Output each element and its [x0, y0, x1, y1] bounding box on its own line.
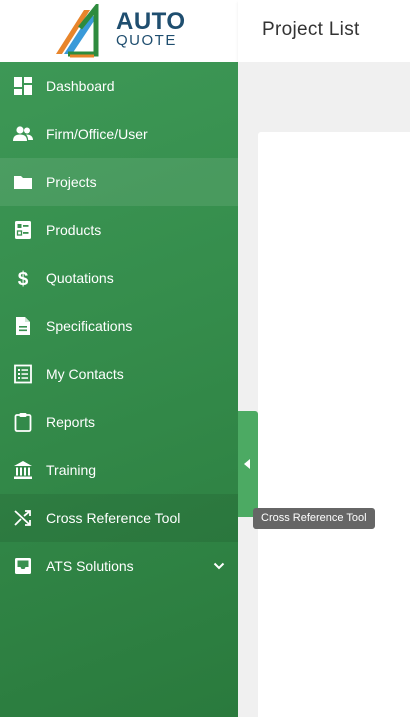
sidebar-item-dashboard[interactable]: Dashboard: [0, 62, 238, 110]
sidebar-collapse-toggle[interactable]: [238, 411, 258, 517]
sidebar-item-label: Products: [46, 222, 102, 238]
sidebar-item-cross-reference-tool[interactable]: Cross Reference Tool: [0, 494, 238, 542]
folder-icon: [14, 176, 32, 189]
sidebar-menu: Dashboard Firm/Office/User Projects Prod…: [0, 62, 238, 590]
institution-icon: [14, 461, 32, 479]
document-icon: [16, 317, 30, 335]
dashboard-icon: [14, 77, 32, 95]
sidebar-item-label: Training: [46, 462, 97, 478]
sidebar-item-label: Reports: [46, 414, 96, 430]
sidebar-item-reports[interactable]: Reports: [0, 398, 238, 446]
chevron-down-icon[interactable]: [213, 560, 225, 572]
sidebar-item-projects[interactable]: Projects: [0, 158, 238, 206]
content-card: [258, 132, 410, 717]
dollar-icon: $: [18, 269, 29, 288]
clipboard-icon: [14, 413, 32, 432]
caret-left-icon: [244, 459, 250, 469]
sidebar-item-ats-solutions[interactable]: ATS Solutions: [0, 542, 238, 590]
tooltip: Cross Reference Tool: [253, 508, 375, 529]
logo-text-quote: QUOTE: [116, 32, 177, 49]
sidebar-item-label: Cross Reference Tool: [46, 510, 181, 526]
sidebar-item-label: Firm/Office/User: [46, 126, 148, 142]
contacts-list-icon: [14, 364, 32, 384]
sidebar-item-label: Quotations: [46, 270, 114, 286]
sidebar-item-label: Specifications: [46, 318, 133, 334]
sub-header: [238, 62, 410, 130]
sidebar-item-specifications[interactable]: Specifications: [0, 302, 238, 350]
sidebar-item-my-contacts[interactable]: My Contacts: [0, 350, 238, 398]
sidebar-item-label: Dashboard: [46, 78, 115, 94]
logo[interactable]: AUTO QUOTE: [0, 0, 238, 62]
shuffle-icon: [14, 510, 31, 526]
sidebar-item-firm-office-user[interactable]: Firm/Office/User: [0, 110, 238, 158]
svg-text:$: $: [18, 269, 29, 288]
sidebar-item-products[interactable]: Products: [0, 206, 238, 254]
sidebar-item-label: Projects: [46, 174, 97, 190]
sidebar: AUTO QUOTE Dashboard Firm/Office/User Pr…: [0, 0, 238, 717]
users-icon: [13, 126, 33, 141]
product-list-icon: [15, 221, 31, 239]
page-title: Project List: [262, 19, 360, 40]
sidebar-item-label: My Contacts: [46, 366, 124, 382]
auto-quote-logo-icon: [56, 4, 99, 58]
top-header: Project List: [238, 0, 410, 62]
sidebar-item-training[interactable]: Training: [0, 446, 238, 494]
sidebar-item-label: ATS Solutions: [46, 558, 134, 574]
inbox-icon: [15, 558, 31, 574]
sidebar-item-quotations[interactable]: $ Quotations: [0, 254, 238, 302]
